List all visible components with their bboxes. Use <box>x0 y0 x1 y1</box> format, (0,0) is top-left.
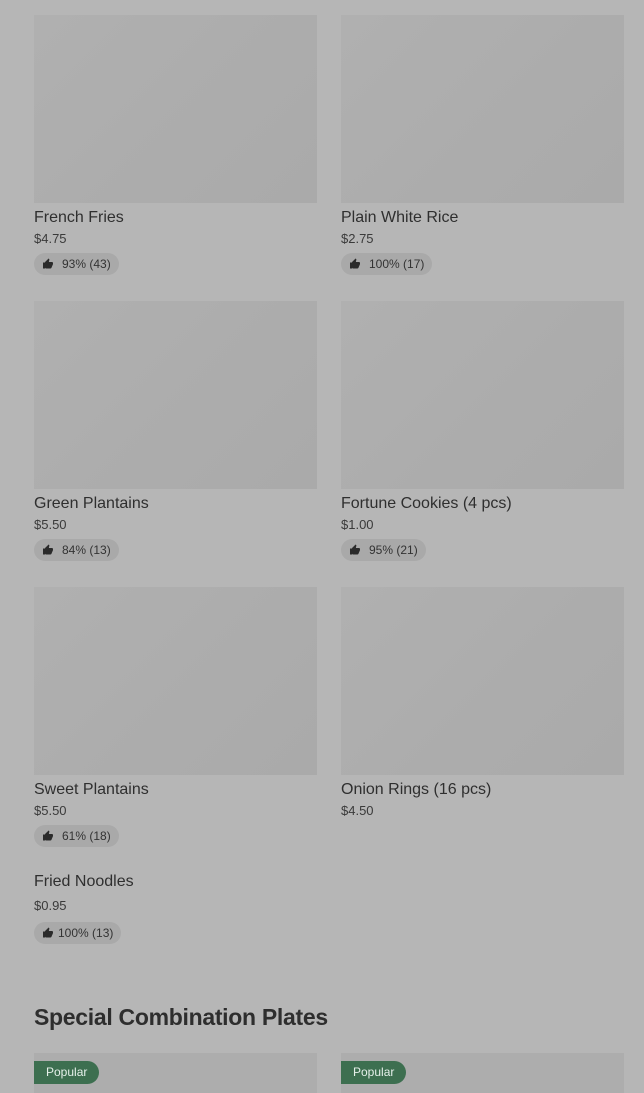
rating-text: 100% (17) <box>369 257 425 271</box>
menu-item-card[interactable]: Sweet Plantains $5.50 61% (18) <box>34 587 317 847</box>
item-name: Plain White Rice <box>341 209 459 226</box>
thumbs-up-icon <box>43 927 53 938</box>
item-price: $5.50 <box>34 517 67 532</box>
item-name: Fortune Cookies (4 pcs) <box>341 495 512 512</box>
item-image <box>341 587 624 775</box>
rating-badge: 100% (17) <box>341 253 433 275</box>
rating-badge: 61% (18) <box>34 825 119 847</box>
item-name: Sweet Plantains <box>34 781 149 798</box>
item-name: Green Plantains <box>34 495 149 512</box>
rating-badge: 95% (21) <box>341 539 426 561</box>
rating-text: 100% (13) <box>58 926 114 940</box>
combination-plate-card[interactable]: Popular <box>34 1053 317 1093</box>
menu-item-card[interactable]: French Fries $4.75 93% (43) <box>34 15 317 275</box>
item-image <box>34 15 317 203</box>
item-image <box>341 15 624 203</box>
rating-text: 95% (21) <box>369 543 418 557</box>
item-image <box>34 587 317 775</box>
item-name: French Fries <box>34 209 124 226</box>
rating-badge: 93% (43) <box>34 253 119 275</box>
popular-badge: Popular <box>341 1061 407 1084</box>
popular-badge: Popular <box>34 1061 100 1084</box>
item-price: $4.50 <box>341 803 374 818</box>
item-name: Onion Rings (16 pcs) <box>341 781 492 798</box>
thumbs-up-icon <box>350 544 360 555</box>
thumbs-up-icon <box>43 258 53 269</box>
thumbs-up-icon <box>350 258 360 269</box>
item-price: $5.50 <box>34 803 67 818</box>
item-price: $4.75 <box>34 231 67 246</box>
rating-badge: 100% (13) <box>34 922 122 944</box>
rating-text: 61% (18) <box>62 829 111 843</box>
menu-item-card[interactable]: Green Plantains $5.50 84% (13) <box>34 301 317 561</box>
item-price: $1.00 <box>341 517 374 532</box>
section-title: Special Combination Plates <box>34 1004 328 1030</box>
item-price: $0.95 <box>34 898 67 913</box>
item-name: Fried Noodles <box>34 873 134 890</box>
menu-item-card[interactable]: Plain White Rice $2.75 100% (17) <box>341 15 624 275</box>
thumbs-up-icon <box>43 544 53 555</box>
item-image <box>341 301 624 489</box>
rating-badge: 84% (13) <box>34 539 119 561</box>
menu-item-card[interactable]: Onion Rings (16 pcs) $4.50 <box>341 587 624 819</box>
item-price: $2.75 <box>341 231 374 246</box>
item-image <box>34 301 317 489</box>
rating-text: 84% (13) <box>62 543 111 557</box>
menu-item-card[interactable]: Fortune Cookies (4 pcs) $1.00 95% (21) <box>341 301 624 561</box>
rating-text: 93% (43) <box>62 257 111 271</box>
combination-plate-card[interactable]: Popular <box>341 1053 624 1093</box>
thumbs-up-icon <box>43 830 53 841</box>
menu-item-card[interactable]: Fried Noodles $0.95 100% (13) <box>34 872 317 944</box>
